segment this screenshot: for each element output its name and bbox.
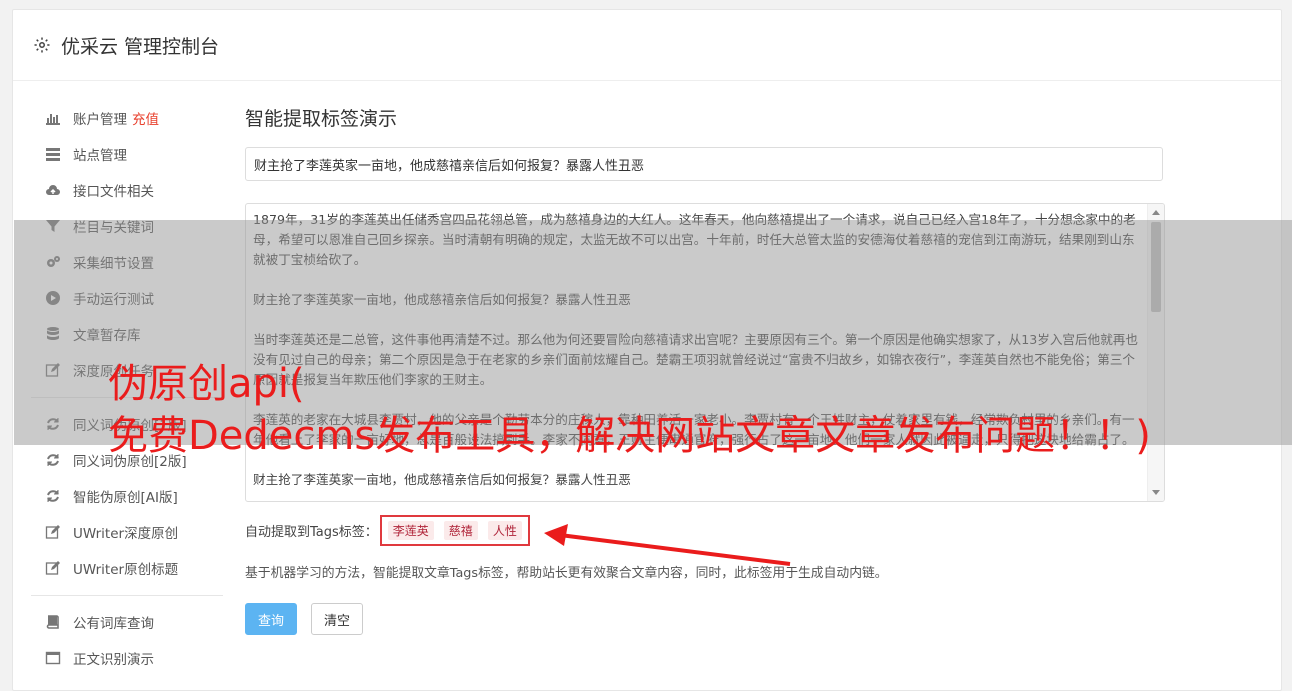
sidebar-item-label: 站点管理 — [73, 148, 127, 164]
panel-header: 优采云 管理控制台 — [13, 10, 1281, 81]
sidebar-item-label: 账户管理 — [73, 112, 127, 128]
gear-icon — [34, 37, 50, 53]
sidebar-item-label: 公有词库查询 — [73, 616, 154, 632]
recharge-link[interactable]: 充值 — [132, 108, 159, 128]
sidebar-item-smart-ai[interactable]: 智能伪原创[AI版] — [31, 478, 223, 514]
edit-icon — [45, 560, 61, 576]
clear-button[interactable]: 清空 — [311, 603, 364, 635]
sidebar-item-text-recognition[interactable]: 正文识别演示 — [31, 640, 223, 676]
overlay-line-2: 免费Dedecms发布工具，解决网站文章文章发布问题！！) — [108, 413, 1151, 459]
tag-chip: 李莲英 — [387, 521, 434, 540]
tags-box: 李莲英 慈禧 人性 — [379, 515, 530, 546]
sidebar-divider — [31, 595, 223, 596]
scroll-down-icon[interactable] — [1152, 490, 1160, 495]
sidebar-item-label: UWriter深度原创 — [73, 526, 179, 542]
server-icon — [45, 146, 61, 162]
sidebar-item-interface[interactable]: 接口文件相关 — [31, 172, 223, 208]
overlay-line-1: 伪原创api( — [108, 361, 305, 407]
bar-chart-icon — [45, 110, 61, 126]
sidebar-item-uwriter-title[interactable]: UWriter原创标题 — [31, 550, 223, 586]
content-paragraph: 财主抢了李莲英家一亩地，他成慈禧亲信后如何报复？暴露人性丑恶 — [253, 472, 631, 487]
scroll-up-icon[interactable] — [1152, 210, 1160, 215]
query-button[interactable]: 查询 — [245, 603, 298, 635]
button-row: 查询 清空 — [245, 603, 1165, 635]
sidebar-item-label: 正文识别演示 — [73, 652, 154, 668]
window-icon — [45, 650, 61, 666]
refresh-icon — [45, 488, 61, 504]
edit-icon — [45, 524, 61, 540]
sidebar-item-uwriter-deep[interactable]: UWriter深度原创 — [31, 514, 223, 550]
refresh-icon — [45, 452, 61, 468]
red-arrow-icon — [544, 524, 791, 566]
sidebar-item-public-lexicon[interactable]: 公有词库查询 — [31, 604, 223, 640]
cloud-upload-icon — [45, 182, 61, 198]
sidebar-item-label: 智能伪原创[AI版] — [73, 490, 178, 506]
sidebar-item-account[interactable]: 账户管理 充值 — [31, 100, 223, 136]
book-icon — [45, 614, 61, 630]
tag-chip: 人性 — [487, 521, 522, 540]
title-input[interactable]: 财主抢了李莲英家一亩地，他成慈禧亲信后如何报复？暴露人性丑恶 — [245, 147, 1163, 181]
sidebar-item-sites[interactable]: 站点管理 — [31, 136, 223, 172]
tags-label: 自动提取到Tags标签： — [245, 525, 378, 540]
sidebar-item-label: UWriter原创标题 — [73, 562, 179, 578]
page-title: 优采云 管理控制台 — [61, 35, 220, 58]
overlay-caption: 伪原创api( 免费Dedecms发布工具，解决网站文章文章发布问题！！) — [108, 358, 1278, 462]
sidebar-item-label: 接口文件相关 — [73, 184, 154, 200]
section-title: 智能提取标签演示 — [245, 108, 398, 130]
tag-chip: 慈禧 — [443, 521, 478, 540]
